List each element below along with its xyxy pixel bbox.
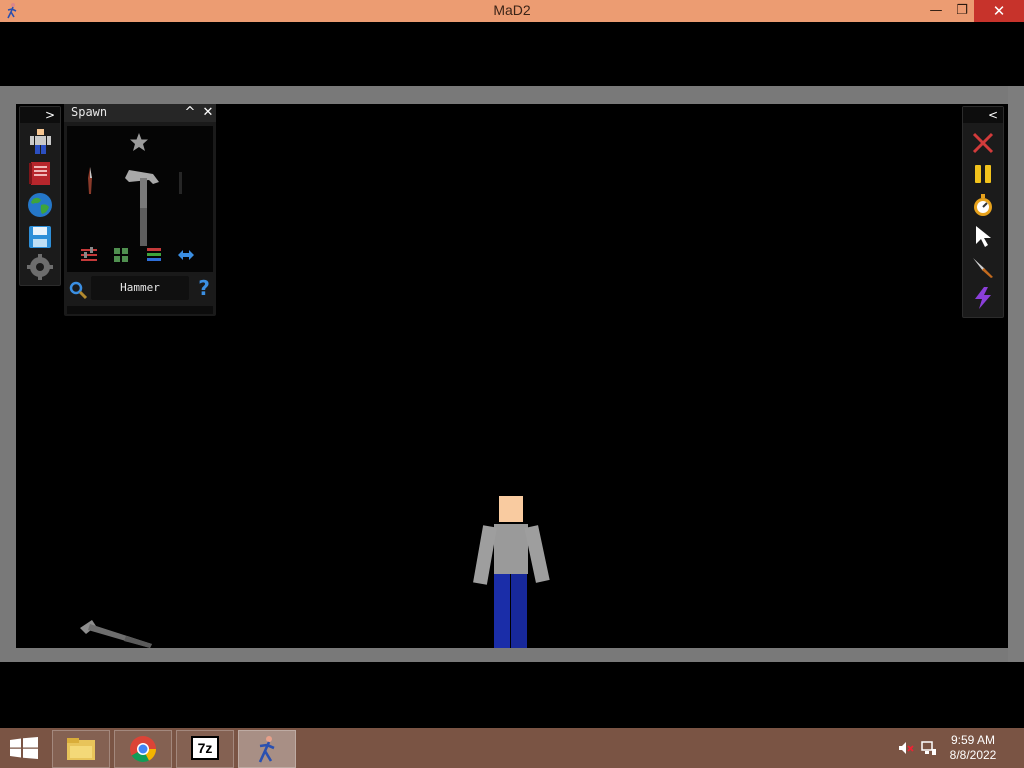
favorite-star-icon[interactable]	[129, 132, 149, 152]
ragdoll-person[interactable]	[473, 496, 550, 648]
ragdoll-torso	[494, 524, 528, 574]
taskbar-file-explorer[interactable]	[52, 730, 110, 768]
left-toolbar: >	[19, 106, 61, 286]
chrome-icon	[130, 736, 156, 762]
spawn-panel: Spawn ^ ✕ Hammer ?	[64, 104, 216, 316]
file-explorer-icon	[67, 738, 95, 760]
grid-icon[interactable]	[112, 246, 130, 264]
swap-arrows-icon[interactable]	[177, 246, 195, 264]
arena-right-wall	[1008, 86, 1024, 662]
spawn-collapse-button[interactable]: ^	[182, 104, 198, 122]
7zip-icon: 7z	[191, 736, 219, 760]
window-title: MaD2	[493, 2, 531, 18]
taskbar-mad2[interactable]	[238, 730, 296, 768]
taskbar: 7z 9:59 AM 8/8/2022	[0, 728, 1024, 768]
next-item[interactable]	[179, 172, 182, 194]
pointer-icon[interactable]	[971, 224, 995, 248]
hammer-object[interactable]	[76, 614, 156, 650]
network-icon[interactable]	[921, 740, 937, 756]
restore-button[interactable]: ❐	[948, 0, 976, 22]
ragdoll-right-leg	[511, 574, 527, 648]
expand-toolbar-button[interactable]: >	[42, 107, 58, 123]
hammer-preview	[125, 170, 159, 246]
lightning-icon[interactable]	[971, 286, 995, 310]
clear-icon[interactable]	[971, 131, 995, 155]
save-icon[interactable]	[26, 223, 54, 251]
spawn-panel-footer	[67, 306, 213, 314]
settings-icon[interactable]	[26, 253, 54, 281]
clock-date: 8/8/2022	[949, 748, 997, 762]
spawn-close-button[interactable]: ✕	[200, 104, 216, 122]
sliders-icon[interactable]	[80, 246, 98, 264]
knife-icon[interactable]	[971, 255, 995, 279]
search-icon[interactable]	[68, 280, 88, 300]
notebook-icon[interactable]	[26, 159, 54, 187]
windows-start-icon[interactable]	[10, 737, 38, 759]
taskbar-clock[interactable]: 9:59 AM 8/8/2022	[940, 733, 1006, 763]
taskbar-chrome[interactable]	[114, 730, 172, 768]
minimize-button[interactable]: —	[922, 0, 950, 22]
item-name-field[interactable]: Hammer	[91, 276, 189, 300]
globe-icon[interactable]	[26, 191, 54, 219]
close-window-button[interactable]: ✕	[974, 0, 1024, 22]
previous-item-knife[interactable]	[85, 166, 95, 196]
ragdoll-icon[interactable]	[26, 127, 54, 155]
taskbar-7zip[interactable]: 7z	[176, 730, 234, 768]
window-titlebar[interactable]: MaD2 — ❐ ✕	[0, 0, 1024, 22]
ragdoll-head	[499, 496, 523, 522]
ragdoll-right-arm	[524, 525, 550, 583]
list-icon[interactable]	[145, 246, 163, 264]
collapse-toolbar-button[interactable]: <	[985, 107, 1001, 123]
ragdoll-left-leg	[494, 574, 510, 648]
right-toolbar: <	[962, 106, 1004, 318]
pause-icon[interactable]	[971, 162, 995, 186]
volume-muted-icon[interactable]	[898, 740, 914, 756]
7zip-label: 7z	[197, 740, 213, 756]
arena-floor	[0, 648, 1024, 662]
stopwatch-icon[interactable]	[971, 193, 995, 217]
clock-time: 9:59 AM	[950, 733, 996, 747]
help-button[interactable]: ?	[194, 276, 214, 300]
mad2-app-icon	[258, 736, 275, 763]
spawn-panel-title: Spawn	[71, 105, 108, 119]
